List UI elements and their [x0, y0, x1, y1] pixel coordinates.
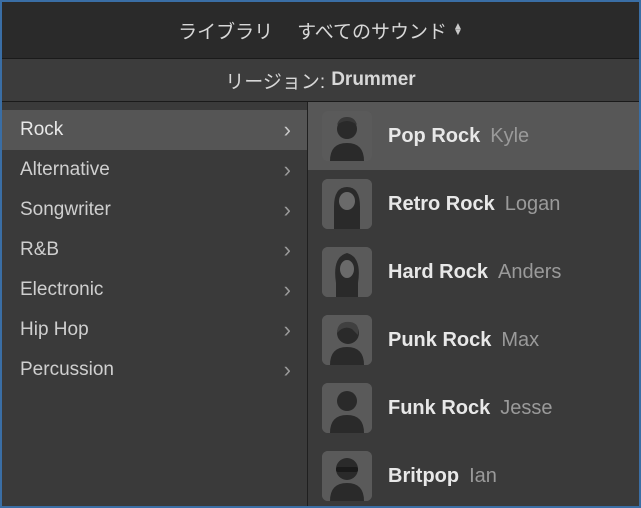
drummer-name: Anders: [498, 261, 561, 284]
category-list: Rock›Alternative›Songwriter›R&B›Electron…: [2, 102, 308, 506]
drummer-name: Logan: [505, 193, 561, 216]
category-item[interactable]: Electronic ›: [2, 270, 307, 310]
category-item[interactable]: Rock ›: [2, 110, 307, 150]
avatar: [322, 315, 372, 365]
chevron-right-icon: ›: [284, 199, 291, 221]
drummer-text: Funk Rock Jesse: [388, 397, 553, 420]
avatar: [322, 247, 372, 297]
sounds-label: すべてのサウンド: [297, 17, 447, 44]
drummer-text: Punk Rock Max: [388, 329, 539, 352]
drummer-text: Retro Rock Logan: [388, 193, 560, 216]
drummer-name: Max: [501, 329, 539, 352]
drummer-text: Britpop Ian: [388, 465, 497, 488]
drummer-item[interactable]: Britpop Ian: [308, 442, 639, 506]
drummer-item[interactable]: Retro Rock Logan: [308, 170, 639, 238]
chevron-right-icon: ›: [284, 279, 291, 301]
drummer-text: Hard Rock Anders: [388, 261, 561, 284]
category-item[interactable]: Alternative ›: [2, 150, 307, 190]
category-item[interactable]: Hip Hop ›: [2, 310, 307, 350]
chevron-right-icon: ›: [284, 319, 291, 341]
updown-icon: ▲▼: [453, 24, 463, 36]
drummer-name: Jesse: [500, 397, 552, 420]
category-item[interactable]: Percussion ›: [2, 350, 307, 390]
library-header: ライブラリ すべてのサウンド ▲▼: [2, 2, 639, 58]
library-label[interactable]: ライブラリ: [178, 17, 273, 44]
drummer-item[interactable]: Pop Rock Kyle: [308, 102, 639, 170]
chevron-right-icon: ›: [284, 239, 291, 261]
drummer-item[interactable]: Punk Rock Max: [308, 306, 639, 374]
region-prefix: リージョン:: [225, 67, 325, 94]
drummer-style: Retro Rock: [388, 193, 495, 216]
category-label: Electronic: [20, 279, 103, 301]
drummer-style: Hard Rock: [388, 261, 488, 284]
avatar: [322, 111, 372, 161]
drummer-name: Kyle: [490, 125, 529, 148]
chevron-right-icon: ›: [284, 119, 291, 141]
category-label: Percussion: [20, 359, 114, 381]
region-name: Drummer: [331, 69, 415, 91]
drummer-style: Pop Rock: [388, 125, 480, 148]
drummer-style: Punk Rock: [388, 329, 491, 352]
category-item[interactable]: Songwriter ›: [2, 190, 307, 230]
avatar: [322, 383, 372, 433]
sounds-dropdown[interactable]: すべてのサウンド ▲▼: [297, 17, 463, 44]
drummer-name: Ian: [469, 465, 497, 488]
avatar: [322, 451, 372, 501]
drummer-text: Pop Rock Kyle: [388, 125, 529, 148]
category-label: R&B: [20, 239, 59, 261]
region-bar: リージョン: Drummer: [2, 58, 639, 102]
category-label: Alternative: [20, 159, 110, 181]
chevron-right-icon: ›: [284, 159, 291, 181]
drummer-list: Pop Rock Kyle Retro Rock Logan Hard Rock Ande…: [308, 102, 639, 506]
category-label: Rock: [20, 119, 63, 141]
content-area: Rock›Alternative›Songwriter›R&B›Electron…: [2, 102, 639, 506]
category-label: Hip Hop: [20, 319, 89, 341]
drummer-style: Funk Rock: [388, 397, 490, 420]
avatar: [322, 179, 372, 229]
category-item[interactable]: R&B ›: [2, 230, 307, 270]
drummer-item[interactable]: Hard Rock Anders: [308, 238, 639, 306]
drummer-item[interactable]: Funk Rock Jesse: [308, 374, 639, 442]
chevron-right-icon: ›: [284, 359, 291, 381]
category-label: Songwriter: [20, 199, 111, 221]
drummer-style: Britpop: [388, 465, 459, 488]
